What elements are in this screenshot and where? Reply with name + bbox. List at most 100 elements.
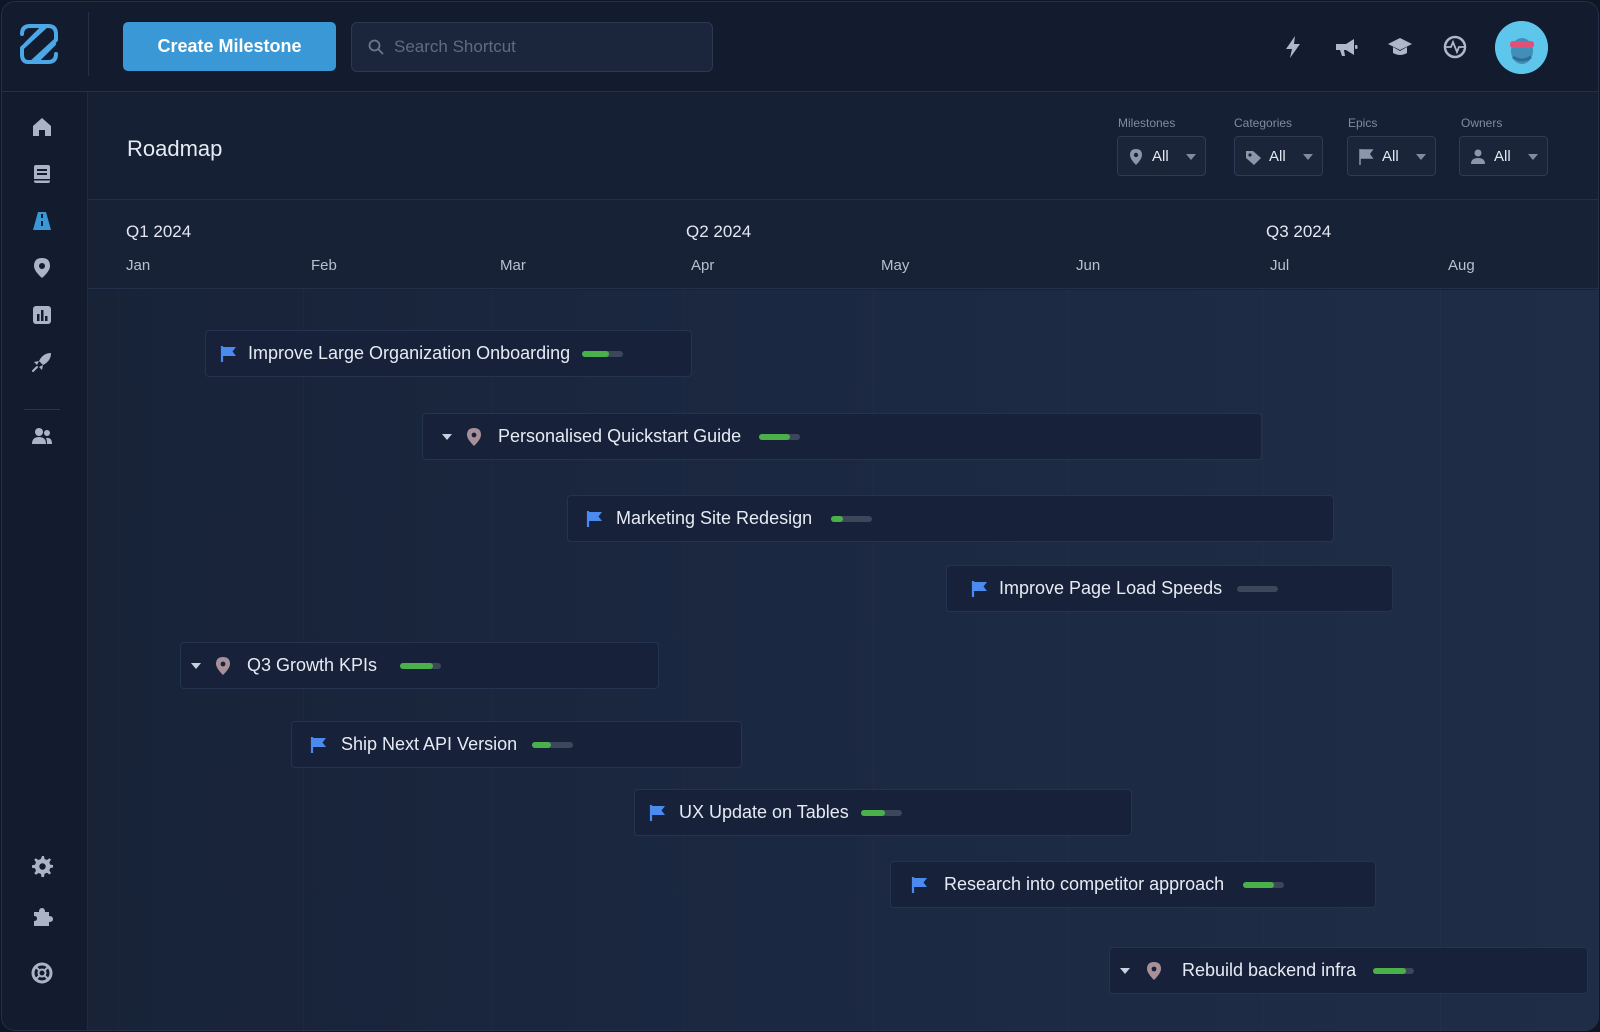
team-icon[interactable] xyxy=(31,425,53,447)
month-gridline xyxy=(683,290,684,1030)
progress-fill xyxy=(759,433,790,440)
roadmap-epic-bar[interactable]: Marketing Site Redesign xyxy=(567,495,1334,542)
roadmap-icon[interactable] xyxy=(31,210,53,232)
epic-flag-icon xyxy=(220,345,236,362)
expand-caret-icon[interactable] xyxy=(1120,967,1130,974)
month-label: Jul xyxy=(1270,257,1290,274)
integrations-icon[interactable] xyxy=(31,906,53,928)
roadmap-epic-bar[interactable]: UX Update on Tables xyxy=(634,789,1132,836)
expand-caret-icon[interactable] xyxy=(191,662,201,669)
milestones-filter-value: All xyxy=(1152,148,1169,165)
quarter-label: Q3 2024 xyxy=(1266,222,1332,241)
roadmap-item-label: Research into competitor approach xyxy=(944,874,1225,894)
expand-caret-icon[interactable] xyxy=(442,433,452,440)
sidebar xyxy=(2,92,88,1030)
categories-filter[interactable]: All xyxy=(1234,136,1323,176)
progress-bar xyxy=(860,809,902,816)
help-icon[interactable] xyxy=(31,962,53,984)
epic-flag-icon xyxy=(649,804,665,821)
chevron-down-icon xyxy=(1416,154,1426,160)
milestones-icon[interactable] xyxy=(31,257,53,279)
create-milestone-button[interactable]: Create Milestone xyxy=(123,22,336,71)
epic-flag-icon xyxy=(586,510,602,527)
roadmap-milestone-bar[interactable]: Personalised Quickstart Guide xyxy=(422,413,1262,460)
user-avatar-icon xyxy=(1495,21,1548,74)
top-bar: Create Milestone Search Shortcut xyxy=(2,2,1598,92)
milestones-filter[interactable]: All xyxy=(1117,136,1206,176)
progress-fill xyxy=(532,741,551,748)
epics-filter[interactable]: All xyxy=(1347,136,1436,176)
chevron-down-icon xyxy=(1186,154,1196,160)
roadmap-epic-bar[interactable]: Improve Page Load Speeds xyxy=(946,565,1393,612)
chevron-down-icon xyxy=(1528,154,1538,160)
owners-filter[interactable]: All xyxy=(1459,136,1548,176)
roadmap-item-label: UX Update on Tables xyxy=(679,802,849,822)
search-icon xyxy=(368,39,384,55)
progress-bar xyxy=(831,515,873,522)
filter-label-milestones: Milestones xyxy=(1118,116,1176,130)
filter-label-epics: Epics xyxy=(1348,116,1378,130)
lightning-icon[interactable] xyxy=(1280,34,1306,60)
roadmap-canvas: Improve Large Organization Onboarding Pe… xyxy=(88,290,1598,1030)
roadmap-item-label: Personalised Quickstart Guide xyxy=(498,426,742,446)
chevron-down-icon xyxy=(1303,154,1313,160)
graduation-cap-icon[interactable] xyxy=(1387,34,1413,60)
progress-fill xyxy=(831,515,844,522)
progress-fill xyxy=(400,662,433,669)
search-placeholder: Search Shortcut xyxy=(394,37,516,56)
milestone-pin-icon xyxy=(1147,961,1161,980)
app-logo-icon[interactable] xyxy=(18,22,60,66)
megaphone-icon[interactable] xyxy=(1333,34,1359,60)
month-label: May xyxy=(881,257,910,274)
roadmap-item-label: Improve Large Organization Onboarding xyxy=(248,343,571,363)
milestone-pin-icon xyxy=(467,427,481,446)
month-label: Aug xyxy=(1448,257,1475,274)
flag-icon xyxy=(1359,149,1374,165)
roadmap-item-label: Improve Page Load Speeds xyxy=(999,578,1223,598)
topbar-divider xyxy=(88,12,89,76)
month-label: Mar xyxy=(500,257,526,274)
roadmap-epic-bar[interactable]: Research into competitor approach xyxy=(890,861,1376,908)
progress-fill xyxy=(1243,881,1274,888)
roadmap-milestone-bar[interactable]: Rebuild backend infra xyxy=(1109,947,1588,994)
epics-filter-value: All xyxy=(1382,148,1399,165)
month-gridline xyxy=(1068,290,1069,1030)
owners-filter-value: All xyxy=(1494,148,1511,165)
page-header: Roadmap Milestones All Categories All Ep… xyxy=(88,92,1598,200)
home-icon[interactable] xyxy=(31,116,53,138)
epic-flag-icon xyxy=(310,736,326,753)
reports-icon[interactable] xyxy=(31,304,53,326)
roadmap-item-label: Q3 Growth KPIs xyxy=(247,655,378,675)
progress-bar xyxy=(532,741,574,748)
progress-bar xyxy=(582,350,624,357)
stories-icon[interactable] xyxy=(31,163,53,185)
app-window: Create Milestone Search Shortcut Roadmap… xyxy=(1,1,1599,1031)
filter-label-owners: Owners xyxy=(1461,116,1503,130)
progress-fill xyxy=(582,350,609,357)
search-input[interactable]: Search Shortcut xyxy=(351,22,713,72)
launch-icon[interactable] xyxy=(31,351,53,373)
settings-icon[interactable] xyxy=(31,855,53,877)
roadmap-item-label: Ship Next API Version xyxy=(341,734,518,754)
person-icon xyxy=(1471,149,1485,164)
month-gridline xyxy=(873,290,874,1030)
progress-fill xyxy=(860,809,886,816)
progress-fill xyxy=(1373,967,1406,974)
roadmap-epic-bar[interactable]: Improve Large Organization Onboarding xyxy=(205,330,692,377)
roadmap-item-label: Marketing Site Redesign xyxy=(616,508,813,528)
timeline-header: Q1 2024 Q2 2024 Q3 2024 Jan Feb Mar Apr … xyxy=(88,201,1598,289)
month-gridline xyxy=(1262,290,1263,1030)
month-gridline xyxy=(1440,290,1441,1030)
progress-bar xyxy=(759,433,801,440)
month-label: Apr xyxy=(691,257,715,274)
activity-icon[interactable] xyxy=(1442,34,1468,60)
roadmap-epic-bar[interactable]: Ship Next API Version xyxy=(291,721,742,768)
avatar[interactable] xyxy=(1495,21,1548,74)
tag-icon xyxy=(1246,151,1261,165)
progress-bar xyxy=(1243,881,1285,888)
epic-flag-icon xyxy=(911,876,927,893)
month-label: Jan xyxy=(126,257,151,274)
sidebar-divider xyxy=(24,409,60,410)
month-gridline xyxy=(118,290,119,1030)
roadmap-milestone-bar[interactable]: Q3 Growth KPIs xyxy=(180,642,659,689)
